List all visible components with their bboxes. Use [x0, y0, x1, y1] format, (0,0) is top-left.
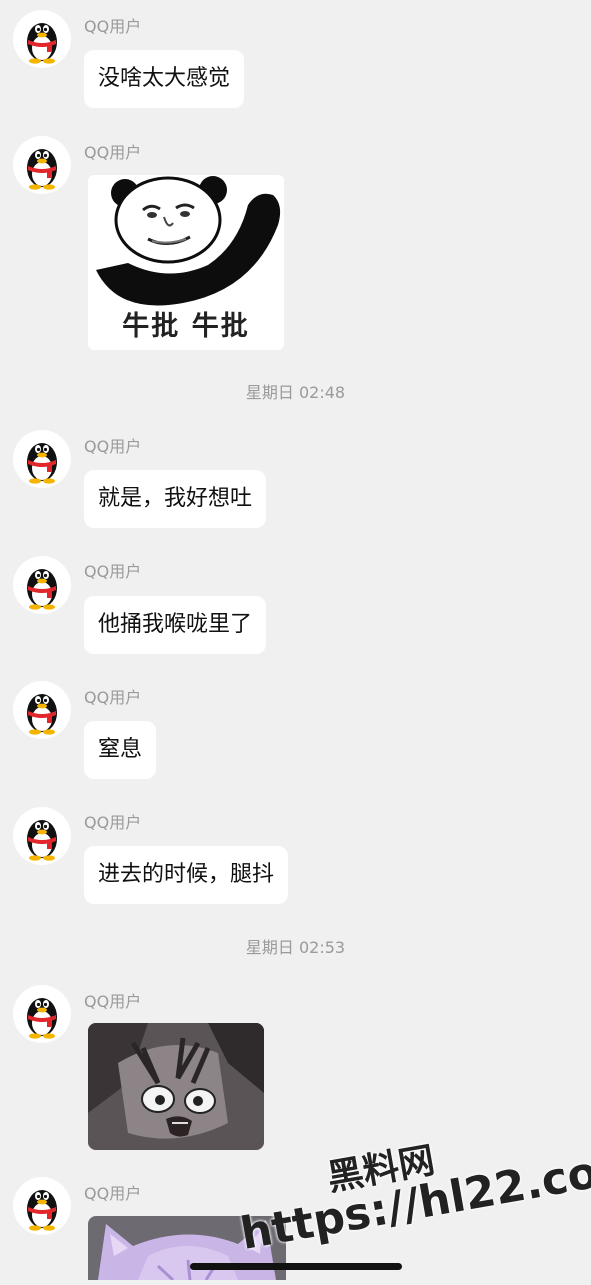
message-bubble[interactable]: 他捅我喉咙里了 [84, 596, 267, 654]
qq-penguin-avatar[interactable] [13, 556, 71, 614]
penguin-icon [27, 820, 57, 861]
message-bubble[interactable]: 没啥太大感觉 [84, 50, 245, 108]
qq-penguin-avatar[interactable] [13, 10, 71, 68]
penguin-icon [27, 443, 57, 484]
sender-name: QQ用户 [84, 688, 142, 707]
penguin-icon [27, 694, 57, 735]
sticker-caption: 牛批 牛批 [122, 311, 250, 342]
penguin-icon [27, 998, 57, 1039]
panda-meme-sticker[interactable]: 牛批 牛批 [88, 175, 284, 350]
message-bubble[interactable]: 进去的时候，腿抖 [84, 846, 289, 904]
timestamp: 星期日 02:48 [245, 383, 346, 402]
watermark-url: https://hl22.co [236, 1146, 591, 1260]
anime-purple-hair-icon [88, 1216, 286, 1280]
watermark-title: 黑料网 [324, 1140, 438, 1200]
qq-penguin-avatar[interactable] [13, 430, 71, 488]
sender-name: QQ用户 [84, 813, 142, 832]
qq-penguin-avatar[interactable] [13, 136, 71, 194]
penguin-icon [27, 569, 57, 610]
message-bubble[interactable]: 就是，我好想吐 [84, 470, 267, 528]
penguin-icon [27, 23, 57, 64]
anime-purple-hair-image[interactable] [88, 1216, 286, 1280]
sender-name: QQ用户 [84, 437, 142, 456]
anime-scared-icon [88, 1023, 264, 1150]
home-indicator[interactable] [190, 1263, 402, 1270]
chat-view[interactable]: QQ用户 没啥太大感觉 QQ用户 牛批 牛批 星期日 02:48 QQ用户 就是… [0, 0, 591, 1280]
timestamp: 星期日 02:53 [245, 938, 346, 957]
sender-name: QQ用户 [84, 562, 142, 581]
sender-name: QQ用户 [84, 1184, 142, 1203]
qq-penguin-avatar[interactable] [13, 681, 71, 739]
sender-name: QQ用户 [84, 143, 142, 162]
sender-name: QQ用户 [84, 17, 142, 36]
qq-penguin-avatar[interactable] [13, 807, 71, 865]
message-bubble[interactable]: 窒息 [84, 721, 157, 779]
penguin-icon [27, 149, 57, 190]
penguin-icon [27, 1190, 57, 1231]
anime-scared-image[interactable] [88, 1023, 264, 1150]
qq-penguin-avatar[interactable] [13, 985, 71, 1043]
qq-penguin-avatar[interactable] [13, 1177, 71, 1235]
sender-name: QQ用户 [84, 992, 142, 1011]
